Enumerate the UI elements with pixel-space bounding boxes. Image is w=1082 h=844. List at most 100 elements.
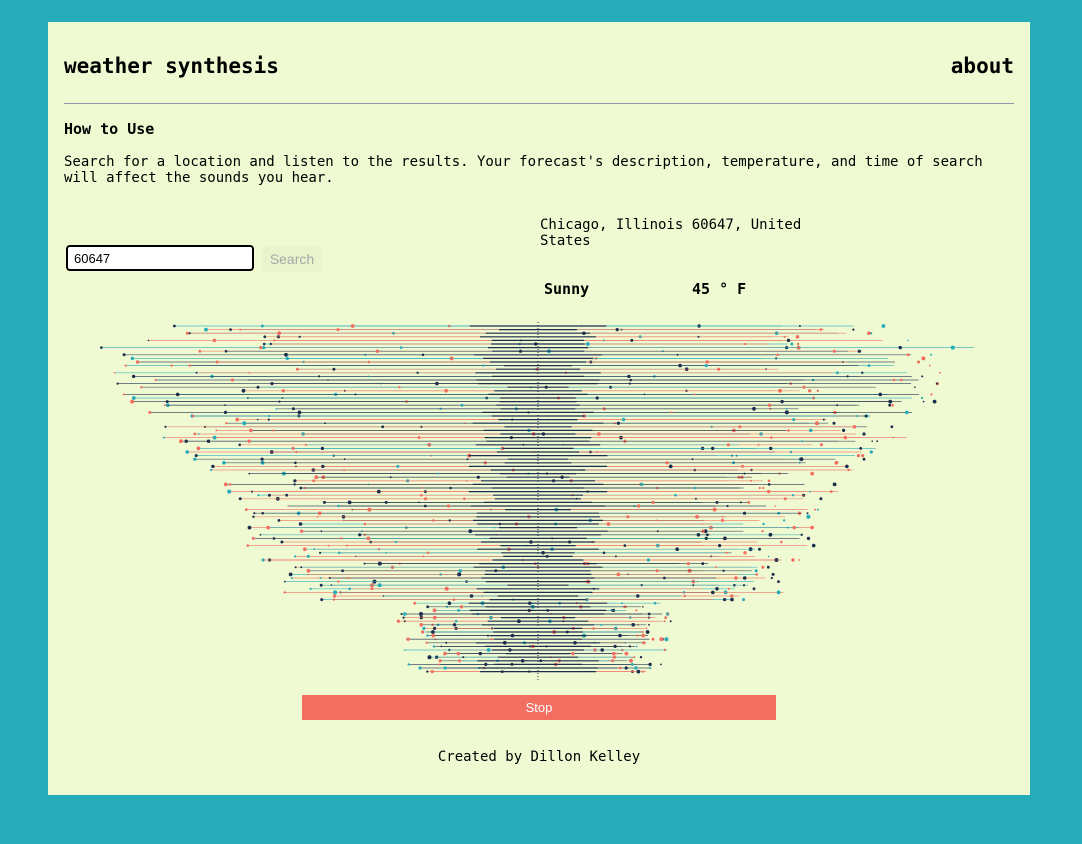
- search-button[interactable]: Search: [263, 246, 321, 272]
- visualizer-dot: [656, 530, 659, 533]
- visualizer-dot: [693, 486, 697, 490]
- visualizer-dot: [377, 583, 382, 588]
- visualizer-dot: [306, 568, 311, 573]
- about-link[interactable]: about: [951, 54, 1014, 78]
- visualizer-dot: [328, 544, 330, 547]
- visualizer-dot: [396, 464, 400, 468]
- visualizer-dot: [290, 577, 293, 579]
- visualizer-dot: [767, 479, 771, 483]
- visualizer-dot: [122, 353, 126, 357]
- visualizer-dot: [319, 583, 323, 587]
- visualizer-dot: [871, 440, 873, 442]
- visualizer-dot: [418, 666, 422, 670]
- visualizer-dot: [227, 489, 232, 494]
- visualizer-dot: [864, 414, 868, 418]
- visualizer-dot: [193, 432, 197, 436]
- visualizer-dot: [892, 378, 896, 382]
- visualizer-dot: [676, 353, 679, 356]
- visualizer-dot: [787, 429, 790, 432]
- visualizer-dot: [427, 655, 432, 660]
- visualizer-dot: [295, 465, 297, 468]
- visualizer-dot: [664, 616, 668, 619]
- visualizer-dot: [426, 551, 430, 555]
- visualizer-dot: [263, 335, 267, 339]
- visualizer-dot: [651, 637, 655, 641]
- visualizer-dot: [193, 457, 197, 461]
- stop-button[interactable]: Stop: [302, 695, 776, 720]
- visualizer-dot: [482, 364, 485, 367]
- visualizer-dot: [314, 475, 319, 480]
- visualizer-dot: [742, 584, 746, 587]
- visualizer-dot: [876, 440, 879, 443]
- visualizer-dot: [935, 382, 938, 385]
- visualizer-dot: [332, 594, 337, 598]
- visualizer-dot: [210, 468, 213, 472]
- visualizer-dot: [711, 590, 715, 595]
- visualizer-dot: [767, 555, 770, 558]
- visualizer-dot: [238, 497, 242, 501]
- visualizer-dot: [256, 418, 259, 421]
- visualizer-dot: [630, 338, 634, 342]
- visualizer-dot: [443, 666, 447, 670]
- visualizer-dot: [425, 641, 428, 644]
- visualizer-dot: [649, 666, 652, 670]
- visualizer-dot: [389, 476, 392, 479]
- visualizer-dot: [281, 397, 284, 399]
- visualizer-dot: [261, 558, 265, 562]
- visualizer-dot: [343, 469, 346, 471]
- visualizer-dot: [482, 559, 484, 561]
- visualizer-dot: [800, 533, 803, 536]
- visualizer-dot: [632, 670, 635, 673]
- visualizer-dot: [350, 324, 355, 328]
- visualizer-dot: [612, 651, 616, 656]
- visualizer-dot: [253, 512, 256, 515]
- visualizer-dot: [718, 544, 722, 548]
- visualizer-dot: [256, 385, 260, 389]
- visualizer-dot: [754, 569, 758, 573]
- visualizer-dot: [147, 339, 150, 342]
- visualizer-dot: [701, 523, 704, 525]
- visualizer-dot: [268, 414, 271, 418]
- visualizer-dot: [623, 544, 627, 547]
- visualizer-dot: [260, 324, 264, 328]
- visualizer-dot: [642, 641, 646, 645]
- visualizer-dot: [747, 501, 751, 504]
- location-search-input[interactable]: [66, 245, 254, 271]
- how-to-text: Search for a location and listen to the …: [64, 154, 983, 186]
- visualizer-dot: [135, 360, 140, 364]
- visualizer-dot: [367, 360, 371, 364]
- visualizer-dot: [438, 659, 442, 663]
- visualizer-dot: [768, 532, 773, 537]
- visualizer-dot: [669, 620, 672, 623]
- visualizer-dot: [814, 508, 817, 511]
- visualizer-dot: [624, 666, 628, 670]
- visualizer-dot: [257, 494, 260, 497]
- visualizer-dot: [664, 637, 669, 642]
- visualizer-dot: [262, 342, 266, 346]
- visualizer-dot: [642, 606, 644, 608]
- visualizer-dot: [280, 540, 284, 544]
- visualizer-dot: [421, 353, 425, 357]
- visualizer-dot: [306, 554, 310, 558]
- visualizer-dot: [403, 612, 407, 616]
- visualizer-dot: [225, 422, 228, 425]
- visualizer-dot: [914, 386, 916, 388]
- visualizer-dot: [381, 425, 385, 429]
- visualizer-dot: [921, 375, 924, 378]
- visualizer-dot: [212, 338, 217, 343]
- visualizer-dot: [742, 598, 745, 602]
- visualizer-dot: [459, 605, 464, 609]
- visualizer-dot: [683, 594, 686, 598]
- visualizer-dot: [602, 551, 606, 555]
- visualizer-dot: [752, 587, 756, 591]
- visualizer-dot: [714, 566, 717, 569]
- visualizer-dot: [819, 443, 823, 447]
- visualizer-dot: [394, 540, 398, 544]
- visualizer-dot: [195, 371, 198, 374]
- visualizer-dot: [319, 551, 322, 554]
- visualizer-dot: [842, 428, 846, 432]
- visualizer-dot: [633, 656, 636, 659]
- visualizer-dot: [757, 443, 760, 446]
- visualizer-dot: [191, 414, 195, 418]
- visualizer-dot: [367, 375, 370, 378]
